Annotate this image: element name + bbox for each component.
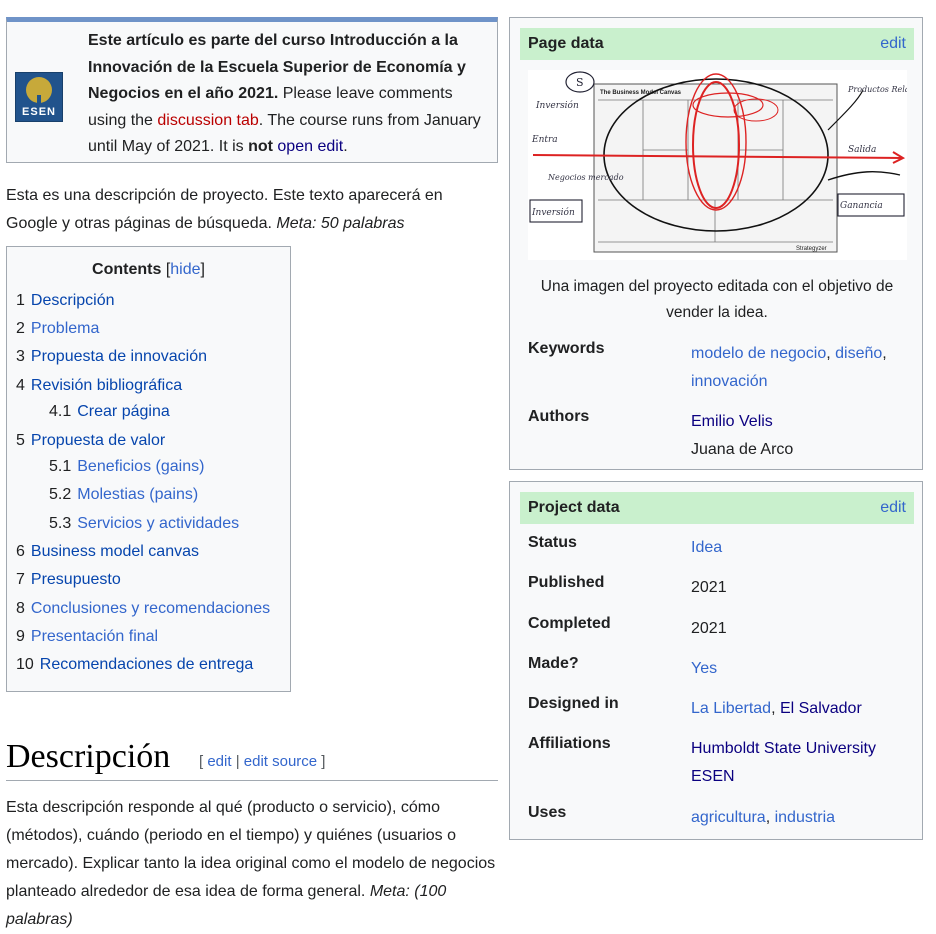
toc-title-row: Contents [hide]: [7, 261, 290, 279]
author-juana: Juana de Arco: [691, 441, 794, 458]
note-inversion-2: Inversión: [531, 207, 575, 218]
note-salida: Salida: [848, 145, 876, 155]
authors-label: Authors: [528, 408, 590, 425]
toc-item-propuesta-innovacion[interactable]: 3 Propuesta de innovación: [16, 348, 207, 366]
toc-item-recomendaciones-entrega[interactable]: 10 Recomendaciones de entrega: [16, 656, 253, 674]
intro-meta: Meta: 50 palabras: [276, 215, 405, 232]
uses-link-agricultura[interactable]: agricultura: [691, 809, 766, 826]
esen-logo: ESEN: [15, 72, 63, 122]
note-inversion: Inversión: [535, 100, 579, 111]
affiliations-label: Affiliations: [528, 735, 611, 752]
toc-hide-link[interactable]: hide: [170, 261, 200, 278]
section-body: Esta descripción responde al qué (produc…: [6, 794, 506, 934]
status-label: Status: [528, 534, 577, 551]
logo-text: ESEN: [22, 106, 56, 118]
canvas-sketch-graphic: The Business Model Canvas Strategyzer S …: [528, 70, 935, 260]
published-label: Published: [528, 574, 605, 591]
toc-item-business-model-canvas[interactable]: 6 Business model canvas: [16, 543, 199, 561]
tree-trunk-icon: [37, 95, 41, 105]
toc-item-crear-pagina[interactable]: 4.1 Crear página: [49, 403, 170, 421]
keywords-value: modelo de negocio, diseño, innovación: [691, 345, 887, 390]
toc-item-descripcion[interactable]: 1 Descripción: [16, 292, 115, 310]
toc-hide-close: ]: [200, 261, 205, 278]
toc-item-beneficios[interactable]: 5.1 Beneficios (gains): [49, 458, 204, 476]
keyword-link-innovacion[interactable]: innovación: [691, 373, 768, 390]
notice-text-4: .: [343, 138, 348, 155]
completed-value: 2021: [691, 620, 727, 637]
section-edit-source-link[interactable]: edit source: [244, 753, 317, 770]
canvas-image-title: The Business Model Canvas: [600, 90, 682, 96]
note-negocios: Negocios mercado: [547, 173, 624, 182]
image-caption: Una imagen del proyecto editada con el o…: [540, 278, 894, 321]
notice-text: Este artículo es parte del curso Introdu…: [88, 28, 488, 161]
page-data-infobox: Page data edit The Business Model Canvas…: [509, 17, 935, 470]
course-notice-box: ESEN Este artículo es parte del curso In…: [6, 17, 498, 163]
open-edit-link[interactable]: open edit: [277, 138, 343, 155]
discussion-tab-link[interactable]: discussion tab: [157, 112, 258, 129]
project-data-infobox: Project data edit Status Idea Published …: [509, 481, 923, 840]
toc-item-problema[interactable]: 2 Problema: [16, 320, 99, 338]
note-entra: Entra: [531, 135, 558, 145]
project-data-edit-link[interactable]: edit: [880, 499, 906, 517]
uses-label: Uses: [528, 804, 567, 821]
business-model-canvas-image[interactable]: The Business Model Canvas Strategyzer S …: [528, 70, 935, 260]
table-of-contents: Contents [hide] 1 Descripción 2 Problema 3…: [6, 246, 291, 692]
published-value: 2021: [691, 579, 727, 596]
author-link-emilio[interactable]: Emilio Velis: [691, 413, 773, 430]
project-data-title: Project data: [528, 499, 620, 516]
section-heading-descripcion: Descripción [ edit | edit source ]: [6, 734, 498, 781]
page-data-title: Page data: [528, 35, 604, 52]
section-title: Descripción: [6, 738, 171, 775]
designed-link-salvador[interactable]: El Salvador: [780, 700, 862, 717]
svg-text:S: S: [576, 76, 584, 89]
made-label: Made?: [528, 655, 579, 672]
completed-label: Completed: [528, 615, 611, 632]
keywords-label: Keywords: [528, 340, 605, 357]
page-data-header: Page data edit: [520, 28, 914, 60]
status-link[interactable]: Idea: [691, 539, 722, 556]
intro-paragraph: Esta es una descripción de proyecto. Est…: [6, 182, 498, 238]
section-edit-link[interactable]: edit: [207, 753, 231, 770]
note-ganancia: Ganancia: [840, 201, 883, 211]
toc-item-servicios[interactable]: 5.3 Servicios y actividades: [49, 515, 239, 533]
affil-link-humboldt[interactable]: Humboldt State University: [691, 740, 876, 757]
toc-item-presupuesto[interactable]: 7 Presupuesto: [16, 571, 121, 589]
authors-value: Emilio Velis Juana de Arco: [691, 408, 916, 464]
canvas-image-brand: Strategyzer: [796, 246, 827, 252]
toc-item-molestias[interactable]: 5.2 Molestias (pains): [49, 486, 198, 504]
made-link[interactable]: Yes: [691, 660, 717, 677]
note-productos: Productos Relaciones: [847, 85, 907, 94]
toc-item-propuesta-valor[interactable]: 5 Propuesta de valor: [16, 432, 165, 450]
toc-item-presentacion-final[interactable]: 9 Presentación final: [16, 628, 158, 646]
page-data-edit-link[interactable]: edit: [880, 35, 906, 53]
toc-title: Contents: [92, 261, 162, 278]
designed-label: Designed in: [528, 695, 619, 712]
keyword-link-modelo[interactable]: modelo de negocio: [691, 345, 826, 362]
notice-not: not: [248, 138, 273, 155]
section-edit-links: [ edit | edit source ]: [199, 753, 326, 770]
toc-item-conclusiones[interactable]: 8 Conclusiones y recomendaciones: [16, 600, 270, 618]
uses-link-industria[interactable]: industria: [775, 809, 835, 826]
designed-link-libertad[interactable]: La Libertad: [691, 700, 771, 717]
toc-item-revision-bibliografica[interactable]: 4 Revisión bibliográfica: [16, 377, 182, 395]
affil-link-esen[interactable]: ESEN: [691, 768, 735, 785]
project-data-header: Project data edit: [520, 492, 914, 524]
keyword-link-diseno[interactable]: diseño: [835, 345, 882, 362]
